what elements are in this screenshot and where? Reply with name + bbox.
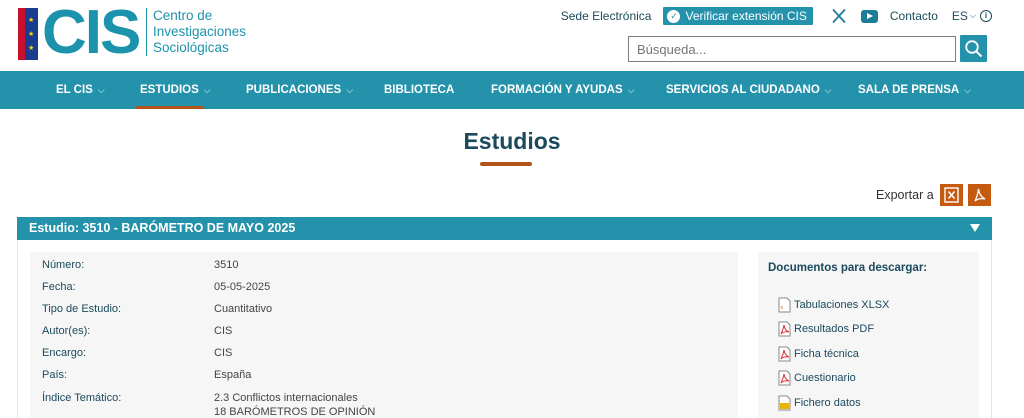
field-value: 05-05-2025 [214, 281, 271, 293]
study-header-label: Estudio: 3510 - BARÓMETRO DE MAYO 2025 [29, 221, 296, 235]
field-value: España [214, 369, 252, 381]
download-fichero-datos[interactable]: Fichero datos [778, 395, 861, 411]
nav-active-indicator [136, 106, 204, 109]
logo-line-3: Sociológicas [153, 40, 229, 55]
logo-line-1: Centro de [153, 8, 213, 23]
field-label: Número: [42, 259, 85, 271]
field-label: Fecha: [42, 281, 76, 293]
language-label: ES [951, 9, 968, 23]
logo-line-2: Investigaciones [153, 24, 247, 39]
downloads-title: Documentos para descargar: [768, 262, 928, 274]
xlsx-file-icon: x [778, 297, 791, 313]
field-value: Cuantitativo [214, 303, 273, 315]
download-resultados-pdf[interactable]: Resultados PDF [778, 321, 874, 337]
main-nav: EL CIS ⌵ ESTUDIOS ⌵ PUBLICACIONES ⌵ BIBLIOT… [0, 71, 1024, 109]
youtube-icon[interactable] [860, 9, 878, 23]
chevron-down-icon: ⌵ [346, 85, 354, 95]
search-icon [965, 40, 983, 58]
pdf-file-icon [778, 321, 791, 337]
cis-logo[interactable]: CIS [42, 2, 141, 64]
verificar-label: Verificar extensión CIS [685, 9, 807, 23]
verificar-extension-button[interactable]: ✓ Verificar extensión CIS [663, 7, 813, 25]
download-cuestionario[interactable]: Cuestionario [778, 370, 856, 386]
data-file-icon [778, 395, 791, 411]
sede-electronica-link[interactable]: Sede Electrónica [561, 9, 652, 23]
collapse-triangle-icon[interactable] [970, 224, 980, 232]
logo-subtitle[interactable]: Centro de Investigaciones Sociológicas [146, 8, 246, 56]
pdf-file-icon [778, 346, 791, 362]
study-header-bar[interactable]: Estudio: 3510 - BARÓMETRO DE MAYO 2025 [17, 217, 992, 240]
download-label: Resultados PDF [794, 323, 875, 335]
field-value: 2.3 Conflictos internacionales [214, 392, 358, 404]
nav-item-biblioteca[interactable]: BIBLIOTECA [384, 71, 454, 109]
field-label: Encargo: [42, 347, 87, 359]
contacto-link[interactable]: Contacto [890, 9, 938, 23]
pdf-file-icon [778, 370, 791, 386]
download-label: Tabulaciones XLSX [794, 299, 890, 311]
chevron-down-icon: ⌵ [964, 85, 971, 95]
download-label: Fichero datos [794, 397, 861, 409]
chevron-down-icon: ⌵ [203, 85, 211, 95]
field-label: Índice Temático: [42, 392, 122, 404]
title-underline [480, 162, 532, 166]
field-label: Autor(es): [42, 325, 91, 337]
export-pdf-button[interactable] [968, 184, 991, 206]
download-label: Cuestionario [794, 372, 856, 384]
download-ficha-tecnica[interactable]: Ficha técnica [778, 346, 859, 362]
download-tabulaciones-xlsx[interactable]: x Tabulaciones XLSX [778, 297, 889, 313]
x-twitter-icon[interactable] [831, 8, 847, 24]
page-title: Estudios [463, 128, 561, 154]
chevron-down-icon: ⌵ [97, 85, 105, 95]
nav-item-el-cis[interactable]: EL CIS ⌵ [56, 71, 105, 109]
spain-flag-icon: ★ ★ ★ [18, 8, 38, 60]
language-selector[interactable]: ES ⌵ [952, 9, 976, 23]
field-value: CIS [214, 347, 233, 359]
chevron-down-icon: ⌵ [627, 85, 635, 95]
export-excel-button[interactable] [940, 184, 963, 206]
nav-item-servicios[interactable]: SERVICIOS AL CIUDADANO ⌵ [666, 71, 832, 109]
field-value: CIS [214, 325, 233, 337]
pdf-icon [974, 188, 986, 202]
check-shield-icon: ✓ [667, 9, 681, 23]
field-label: País: [42, 369, 68, 381]
field-value: 18 BARÓMETROS DE OPINIÓN [214, 406, 376, 418]
chevron-down-icon: ⌵ [824, 85, 832, 95]
study-details-box [30, 252, 738, 418]
search-button[interactable] [960, 35, 987, 62]
site-header: ★ ★ ★ CIS Centro de Investigaciones Sociol… [0, 0, 1024, 70]
field-value: 3510 [214, 259, 239, 271]
chevron-down-icon: ⌵ [969, 11, 976, 20]
download-label: Ficha técnica [794, 348, 859, 360]
search-input[interactable] [628, 36, 956, 62]
export-label: Exportar a [876, 188, 934, 202]
nav-item-publicaciones[interactable]: PUBLICACIONES ⌵ [246, 71, 353, 109]
nav-item-estudios[interactable]: ESTUDIOS ⌵ [140, 71, 211, 109]
excel-icon [944, 187, 959, 203]
top-links: Sede Electrónica ✓ Verificar extensión C… [549, 7, 992, 25]
nav-item-formacion[interactable]: FORMACIÓN Y AYUDAS ⌵ [491, 71, 634, 109]
nav-item-sala-prensa[interactable]: SALA DE PRENSA ⌵ [858, 71, 971, 109]
info-icon[interactable]: i [980, 10, 992, 22]
field-label: Tipo de Estudio: [42, 303, 122, 315]
